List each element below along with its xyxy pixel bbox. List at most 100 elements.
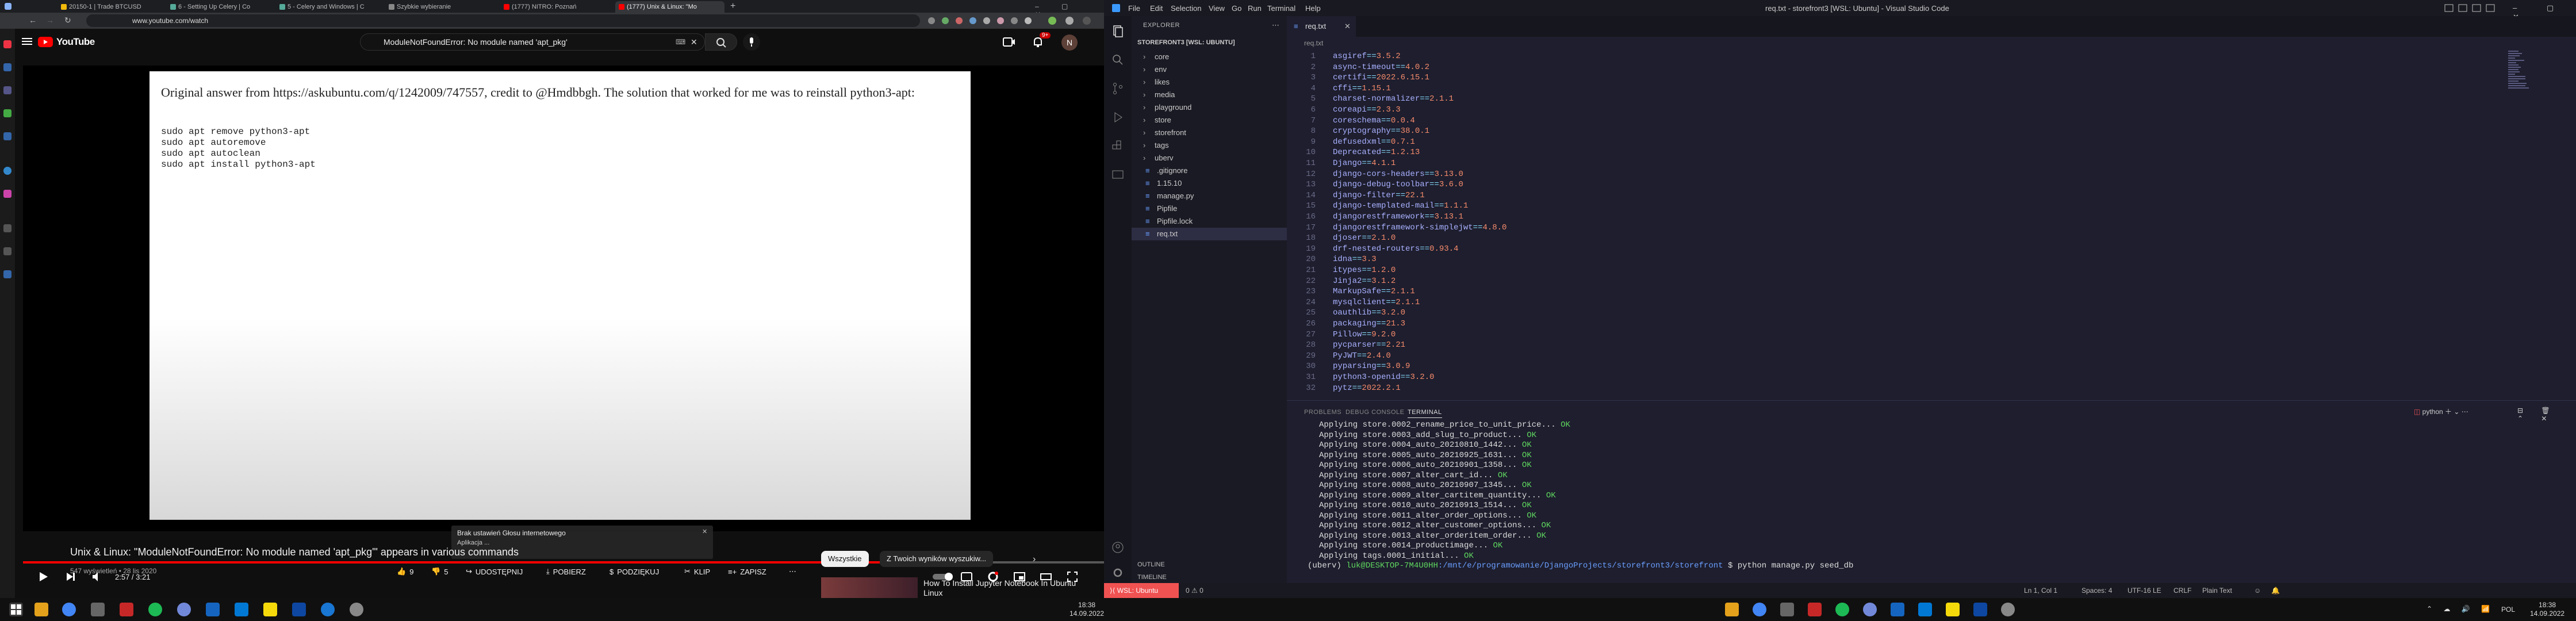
clear-search-icon[interactable]: ✕ xyxy=(691,34,697,50)
tree-folder[interactable]: › media xyxy=(1132,89,1287,101)
spotify-icon[interactable] xyxy=(148,603,162,616)
browser-tab[interactable]: (1777) NITRO: Poznań xyxy=(500,1,604,13)
taskbar-app-icon[interactable] xyxy=(263,603,277,616)
url-input[interactable]: www.youtube.com/watch xyxy=(86,14,920,27)
taskbar-clock[interactable]: 18:38 14.09.2022 xyxy=(1070,601,1104,618)
taskbar-app-icon[interactable] xyxy=(292,603,306,616)
browser-tab[interactable]: 20150-1 | Trade BTCUSD xyxy=(57,1,155,13)
taskbar-app-icon[interactable] xyxy=(1973,603,1987,616)
sidepanel-app-icon[interactable] xyxy=(3,270,12,278)
taskbar-app-icon[interactable] xyxy=(321,603,335,616)
taskbar-app-icon[interactable] xyxy=(1891,603,1904,616)
tree-file[interactable]: ≡ manage.py xyxy=(1132,190,1287,202)
discord-icon[interactable] xyxy=(177,603,191,616)
sidepanel-app-icon[interactable] xyxy=(3,86,12,94)
share-button[interactable]: ↪ UDOSTĘPNIJ xyxy=(466,564,523,580)
tree-folder[interactable]: › storefront xyxy=(1132,126,1287,139)
sidepanel-app-icon[interactable] xyxy=(3,40,12,48)
reload-icon[interactable]: ↻ xyxy=(64,16,71,25)
file-explorer-icon[interactable] xyxy=(34,603,48,616)
sidepanel-app-icon[interactable] xyxy=(3,190,12,198)
project-name[interactable]: STOREFRONT3 [WSL: UBUNTU] xyxy=(1137,39,1235,46)
cursor-position[interactable]: Ln 1, Col 1 xyxy=(2024,586,2057,595)
youtube-logo-text[interactable]: YouTube xyxy=(56,36,95,48)
more-actions-icon[interactable]: ⋯ xyxy=(1272,21,1279,30)
panel-tab-problems[interactable]: PROBLEMS xyxy=(1304,409,1341,416)
tree-file[interactable]: ≡ req.txt xyxy=(1132,228,1287,240)
taskbar-app-icon[interactable] xyxy=(91,603,105,616)
sidepanel-app-icon[interactable] xyxy=(3,224,12,232)
sidepanel-app-icon[interactable] xyxy=(3,247,12,255)
taskbar-app-icon[interactable] xyxy=(1808,603,1822,616)
panel-tab-debug-console[interactable]: DEBUG CONSOLE xyxy=(1346,409,1404,416)
youtube-logo-icon[interactable] xyxy=(38,37,53,47)
settings-gear-icon[interactable] xyxy=(2001,603,2015,616)
tree-file[interactable]: ≡ .gitignore xyxy=(1132,164,1287,177)
discord-icon[interactable] xyxy=(1863,603,1877,616)
file-explorer-icon[interactable] xyxy=(1725,603,1739,616)
download-button[interactable]: ⤓ POBIERZ xyxy=(546,564,586,580)
recommended-video[interactable]: How To Install Jupyter Notebook In Ubunt… xyxy=(821,577,1097,598)
vscode-icon[interactable] xyxy=(1918,603,1932,616)
taskbar-app-icon[interactable] xyxy=(206,603,220,616)
language-indicator[interactable]: POL xyxy=(2501,605,2515,614)
problems-counter[interactable]: 0 ⚠ 0 xyxy=(1186,586,1203,595)
search-input[interactable]: ModuleNotFoundError: No module named 'ap… xyxy=(360,33,705,51)
chip-all[interactable]: Wszystkie xyxy=(821,551,869,567)
editor-tab-req[interactable]: ≡ req.txt ✕ xyxy=(1287,16,1356,37)
taskbar-app-icon[interactable] xyxy=(120,603,133,616)
extensions-icon[interactable] xyxy=(1111,139,1125,153)
tree-file[interactable]: ≡ 1.15.10 xyxy=(1132,177,1287,190)
taskbar-clock[interactable]: 18:38 14.09.2022 xyxy=(2530,601,2564,618)
menu-icon[interactable] xyxy=(22,37,32,46)
menu-terminal[interactable]: Terminal xyxy=(1267,4,1295,13)
explorer-icon[interactable] xyxy=(1111,24,1125,38)
back-icon[interactable]: ← xyxy=(29,16,37,25)
browser-tab-active[interactable]: (1777) Unix & Linux: "Mo xyxy=(615,1,724,13)
vscode-icon[interactable] xyxy=(235,603,248,616)
search-button[interactable] xyxy=(705,33,737,51)
menu-view[interactable]: View xyxy=(1209,4,1225,13)
sidepanel-app-icon[interactable] xyxy=(3,109,12,117)
manage-gear-icon[interactable] xyxy=(1111,566,1125,580)
chip-search-results[interactable]: Z Twoich wyników wyszukiw... xyxy=(880,551,994,567)
close-icon[interactable]: ✕ xyxy=(702,528,707,535)
tree-folder[interactable]: › store xyxy=(1132,114,1287,126)
bell-icon[interactable]: 🔔 xyxy=(2271,586,2280,595)
browser-tab[interactable]: Szybkie wybieranie xyxy=(385,1,489,13)
dislike-button[interactable]: 👎 5 xyxy=(431,564,448,580)
layout-toggle-icons[interactable] xyxy=(2444,3,2501,13)
save-button[interactable]: ≡+ ZAPISZ xyxy=(728,564,766,580)
breadcrumb[interactable]: req.txt xyxy=(1287,37,2576,49)
menu-go[interactable]: Go xyxy=(1232,4,1241,13)
browser-tab[interactable]: 6 - Setting Up Celery | Co xyxy=(167,1,264,13)
timeline-section[interactable]: TIMELINE xyxy=(1137,574,1167,581)
menu-help[interactable]: Help xyxy=(1305,4,1321,13)
terminal-output[interactable]: Applying store.0002_rename_price_to_unit… xyxy=(1287,420,2552,581)
run-debug-icon[interactable] xyxy=(1111,110,1125,124)
panel-tab-terminal[interactable]: TERMINAL xyxy=(1408,409,1442,418)
more-actions-button[interactable]: ⋯ xyxy=(789,564,796,580)
tree-folder[interactable]: › playground xyxy=(1132,101,1287,114)
tree-folder[interactable]: › core xyxy=(1132,51,1287,63)
account-icon[interactable] xyxy=(1111,540,1125,554)
menu-file[interactable]: File xyxy=(1128,4,1140,13)
menu-selection[interactable]: Selection xyxy=(1171,4,1201,13)
spotify-icon[interactable] xyxy=(1835,603,1849,616)
chevron-right-icon[interactable]: › xyxy=(1033,554,1036,565)
tree-folder[interactable]: › tags xyxy=(1132,139,1287,152)
thanks-button[interactable]: $ PODZIĘKUJ xyxy=(610,564,659,580)
taskbar-app-icon[interactable] xyxy=(1946,603,1960,616)
avatar[interactable]: N xyxy=(1061,34,1078,51)
browser-tab[interactable]: 5 - Celery and Windows | C xyxy=(276,1,374,13)
indentation[interactable]: Spaces: 4 xyxy=(2082,586,2112,595)
chrome-icon[interactable] xyxy=(1753,603,1766,616)
taskbar-app-icon[interactable] xyxy=(1780,603,1794,616)
keyboard-icon[interactable]: ⌨ xyxy=(676,34,685,50)
terminal-shell-selector[interactable]: ◫ python ＋ ⌄ ⋯ xyxy=(2414,407,2468,416)
code-editor[interactable]: 1 asgiref==3.5.2 2 async-timeout==4.0.2 3 cer… xyxy=(1287,49,2576,400)
forward-icon[interactable]: → xyxy=(46,16,54,25)
feedback-icon[interactable]: ☺ xyxy=(2254,586,2261,595)
chrome-icon[interactable] xyxy=(62,603,76,616)
line-ending[interactable]: CRLF xyxy=(2174,586,2191,595)
